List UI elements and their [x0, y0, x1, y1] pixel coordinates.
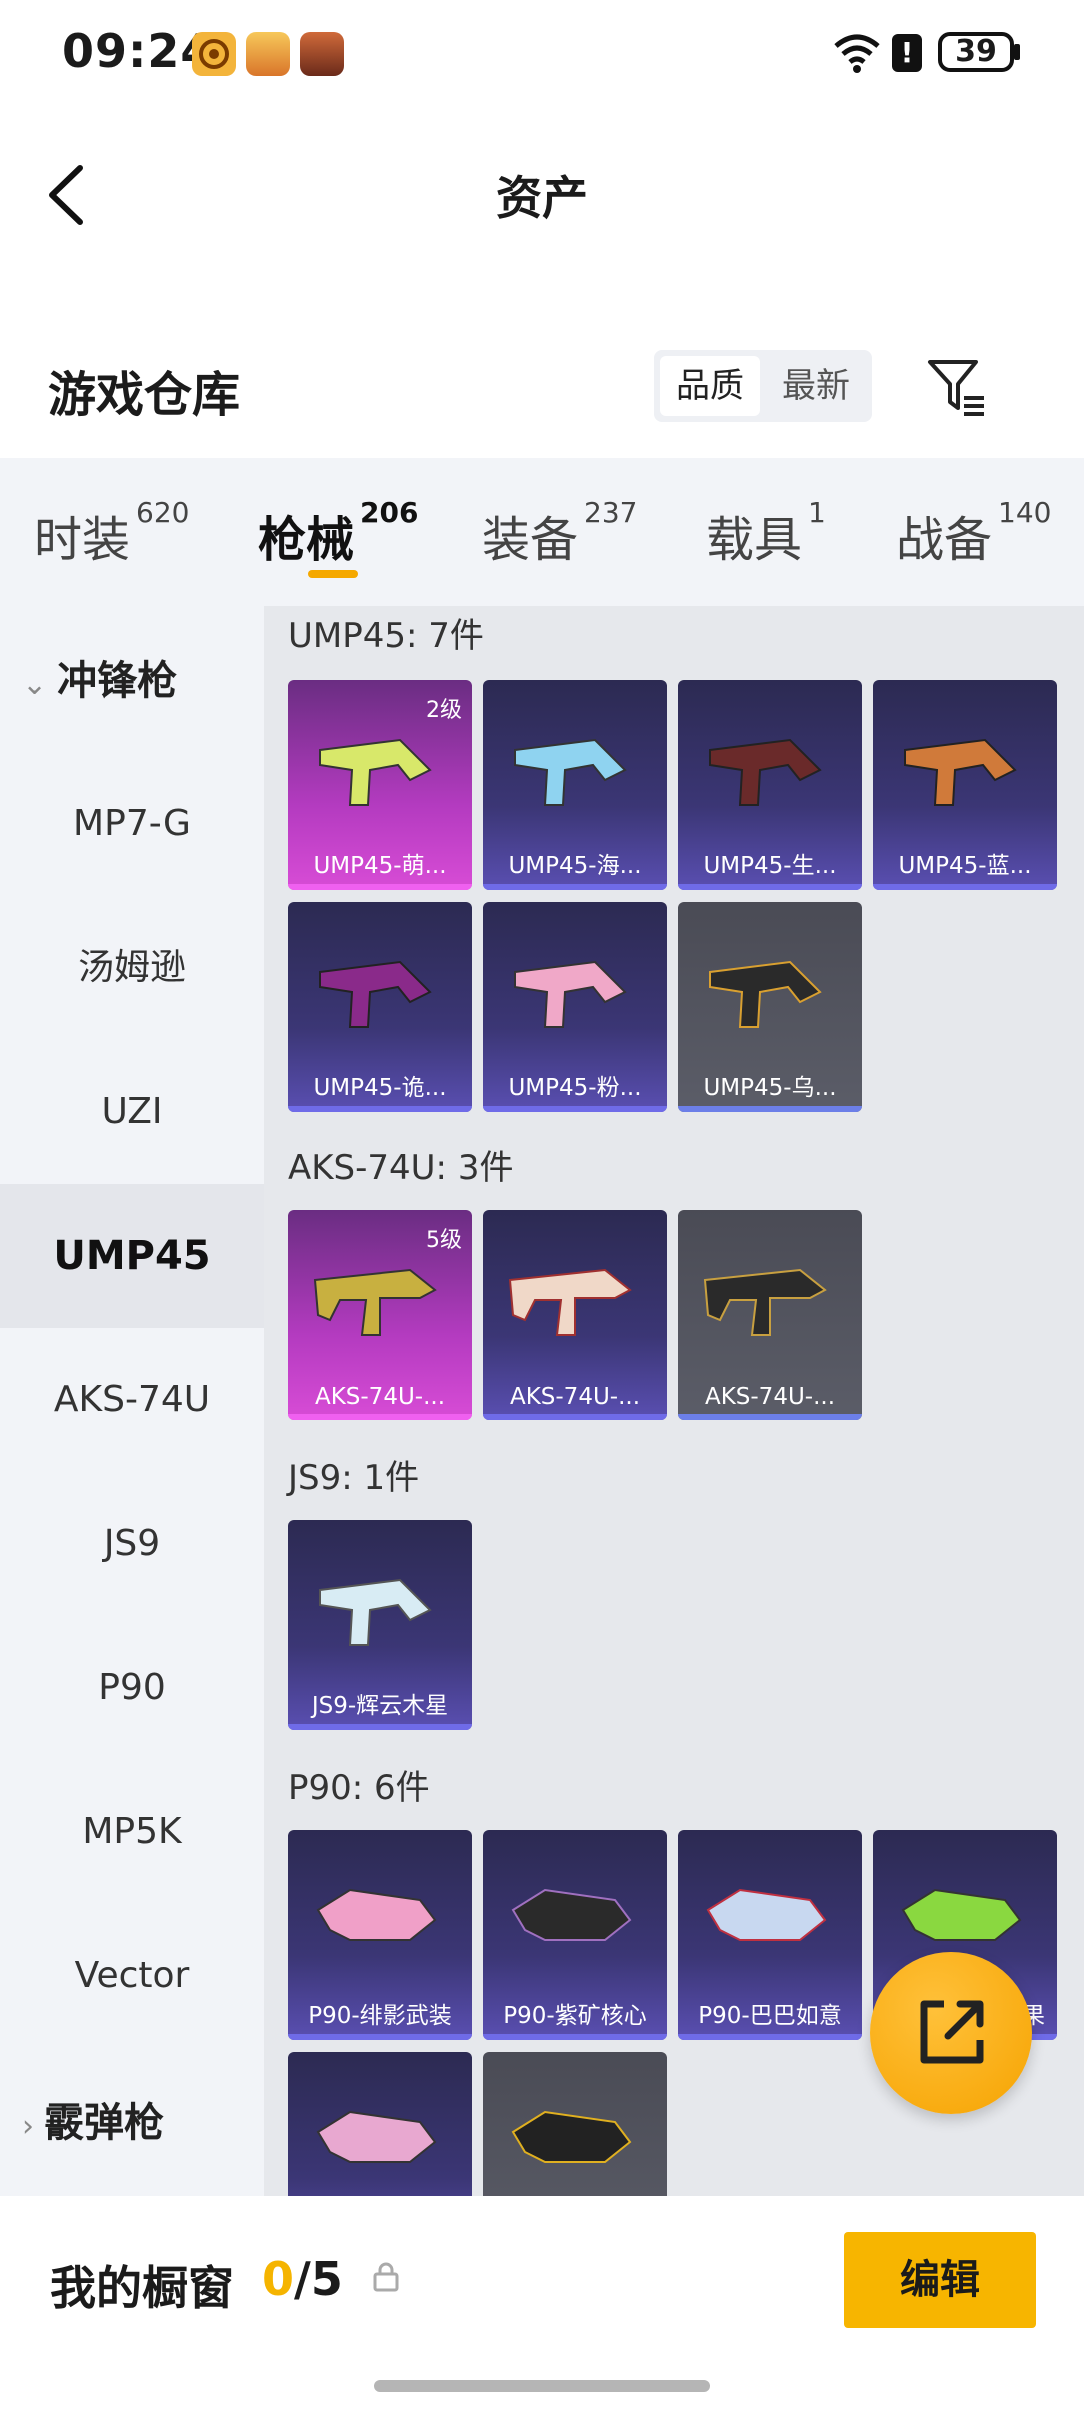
smg-icon	[319, 1578, 432, 1646]
active-tab-indicator	[308, 570, 358, 578]
wifi-icon	[832, 30, 882, 78]
p90-icon	[706, 1888, 827, 1941]
sidebar-item-vector[interactable]: Vector	[0, 1904, 264, 2048]
item-label: P90-巴巴如意	[698, 2003, 842, 2029]
sidebar-group-smg[interactable]: ⌄ 冲锋枪	[22, 648, 177, 706]
filter-icon[interactable]	[926, 356, 988, 418]
smg-icon	[514, 960, 627, 1028]
item-label: JS9-辉云木星	[311, 1693, 449, 1719]
showcase-count: 0/5	[262, 2252, 343, 2306]
rifle-icon	[703, 1268, 827, 1336]
sidebar-item-thompson[interactable]: 汤姆逊	[0, 896, 264, 1040]
sort-newest-option[interactable]: 最新	[766, 356, 866, 416]
p90-icon	[511, 2110, 632, 2163]
item-label: UMP45-海...	[508, 853, 642, 879]
item-label: AKS-74U-...	[704, 1384, 836, 1410]
lock-icon	[372, 2262, 400, 2296]
item-label: UMP45-生...	[703, 853, 837, 879]
smg-icon	[709, 738, 822, 806]
p90-icon	[316, 2110, 437, 2163]
item-card[interactable]: P90-绯影武装	[288, 1830, 472, 2040]
item-card[interactable]: P90-巴巴如意	[678, 1830, 862, 2040]
page-title: 资产	[496, 171, 588, 225]
item-label: UMP45-萌...	[313, 853, 447, 879]
item-label: AKS-74U-...	[509, 1384, 641, 1410]
weapon-sidebar: ⌄ 冲锋枪 MP7-G 汤姆逊 UZI UMP45 AKS-74U JS9 P90…	[0, 606, 264, 2196]
share-icon	[920, 2000, 984, 2064]
item-card[interactable]: AKS-74U-...	[678, 1210, 862, 1420]
tab-firearms[interactable]: 枪械 206	[258, 496, 418, 570]
sidebar-item-mp7g[interactable]: MP7-G	[0, 752, 264, 896]
smg-icon	[514, 738, 627, 806]
item-card[interactable]: UMP45-海...	[483, 680, 667, 890]
item-label: UMP45-蓝...	[898, 853, 1032, 879]
battery-tip	[1014, 44, 1020, 60]
battery-indicator: 39	[938, 32, 1014, 72]
item-label: UMP45-粉...	[508, 1075, 642, 1101]
tab-equipment[interactable]: 装备 237	[482, 496, 637, 570]
item-card[interactable]: P90-紫矿核心	[483, 1830, 667, 2040]
item-level: 5级	[426, 1228, 462, 1253]
game-app-icon	[246, 32, 290, 76]
item-card[interactable]: UMP45-乌...	[678, 902, 862, 1112]
item-card[interactable]: UMP45-生...	[678, 680, 862, 890]
chevron-right-icon: ›	[22, 2109, 34, 2144]
home-indicator[interactable]	[374, 2380, 710, 2392]
item-card[interactable]: UMP45-蓝...	[873, 680, 1057, 890]
item-card[interactable]: UMP45-粉...	[483, 902, 667, 1112]
item-card[interactable]: 2级 UMP45-萌...	[288, 680, 472, 890]
p90-icon	[511, 1888, 632, 1941]
item-label: P90-绯影武装	[308, 2003, 452, 2029]
smg-icon	[709, 960, 822, 1028]
item-card[interactable]: 5级 AKS-74U-...	[288, 1210, 472, 1420]
group-title-js9: JS9: 1件	[288, 1458, 420, 1498]
showcase-label: 我的橱窗	[50, 2261, 234, 2315]
sidebar-item-ump45[interactable]: UMP45	[0, 1184, 264, 1328]
sidebar-item-js9[interactable]: JS9	[0, 1472, 264, 1616]
share-button[interactable]	[870, 1952, 1032, 2114]
section-title: 游戏仓库	[48, 367, 241, 423]
item-label: UMP45-乌...	[703, 1075, 837, 1101]
item-card[interactable]	[483, 2052, 667, 2196]
game-app-icon-2	[300, 32, 344, 76]
app-notification-icon	[192, 32, 236, 76]
group-title-aks74u: AKS-74U: 3件	[288, 1148, 514, 1188]
tab-vehicles[interactable]: 载具 1	[706, 496, 826, 570]
sort-toggle: 品质 最新	[654, 350, 872, 422]
rifle-icon	[508, 1268, 632, 1336]
smg-icon	[319, 738, 432, 806]
p90-icon	[316, 1888, 437, 1941]
sidebar-item-uzi[interactable]: UZI	[0, 1040, 264, 1184]
sidebar-item-p90[interactable]: P90	[0, 1616, 264, 1760]
tab-fashion[interactable]: 时装 620	[34, 496, 189, 570]
item-card[interactable]: AKS-74U-...	[483, 1210, 667, 1420]
item-card[interactable]: UMP45-诡...	[288, 902, 472, 1112]
sidebar-item-aks74u[interactable]: AKS-74U	[0, 1328, 264, 1472]
alert-icon: !	[892, 34, 922, 72]
item-label: AKS-74U-...	[314, 1384, 446, 1410]
tab-supplies[interactable]: 战备 140	[896, 496, 1051, 570]
smg-icon	[904, 738, 1017, 806]
item-label: UMP45-诡...	[313, 1075, 447, 1101]
group-title-ump45: UMP45: 7件	[288, 616, 484, 656]
edit-button[interactable]: 编辑	[844, 2232, 1036, 2328]
item-card[interactable]: JS9-辉云木星	[288, 1520, 472, 1730]
item-level: 2级	[426, 698, 462, 723]
chevron-down-icon: ⌄	[22, 667, 48, 702]
status-bar: 09:24 ! 39	[0, 0, 1084, 110]
status-time: 09:24	[62, 24, 214, 78]
sidebar-group-shotgun[interactable]: › 霰弹枪	[22, 2090, 164, 2148]
item-card[interactable]	[288, 2052, 472, 2196]
item-label: P90-紫矿核心	[503, 2003, 647, 2029]
rifle-icon	[313, 1268, 437, 1336]
group-title-p90: P90: 6件	[288, 1768, 430, 1808]
sort-quality-option[interactable]: 品质	[660, 356, 760, 416]
smg-icon	[319, 960, 432, 1028]
sidebar-item-mp5k[interactable]: MP5K	[0, 1760, 264, 1904]
